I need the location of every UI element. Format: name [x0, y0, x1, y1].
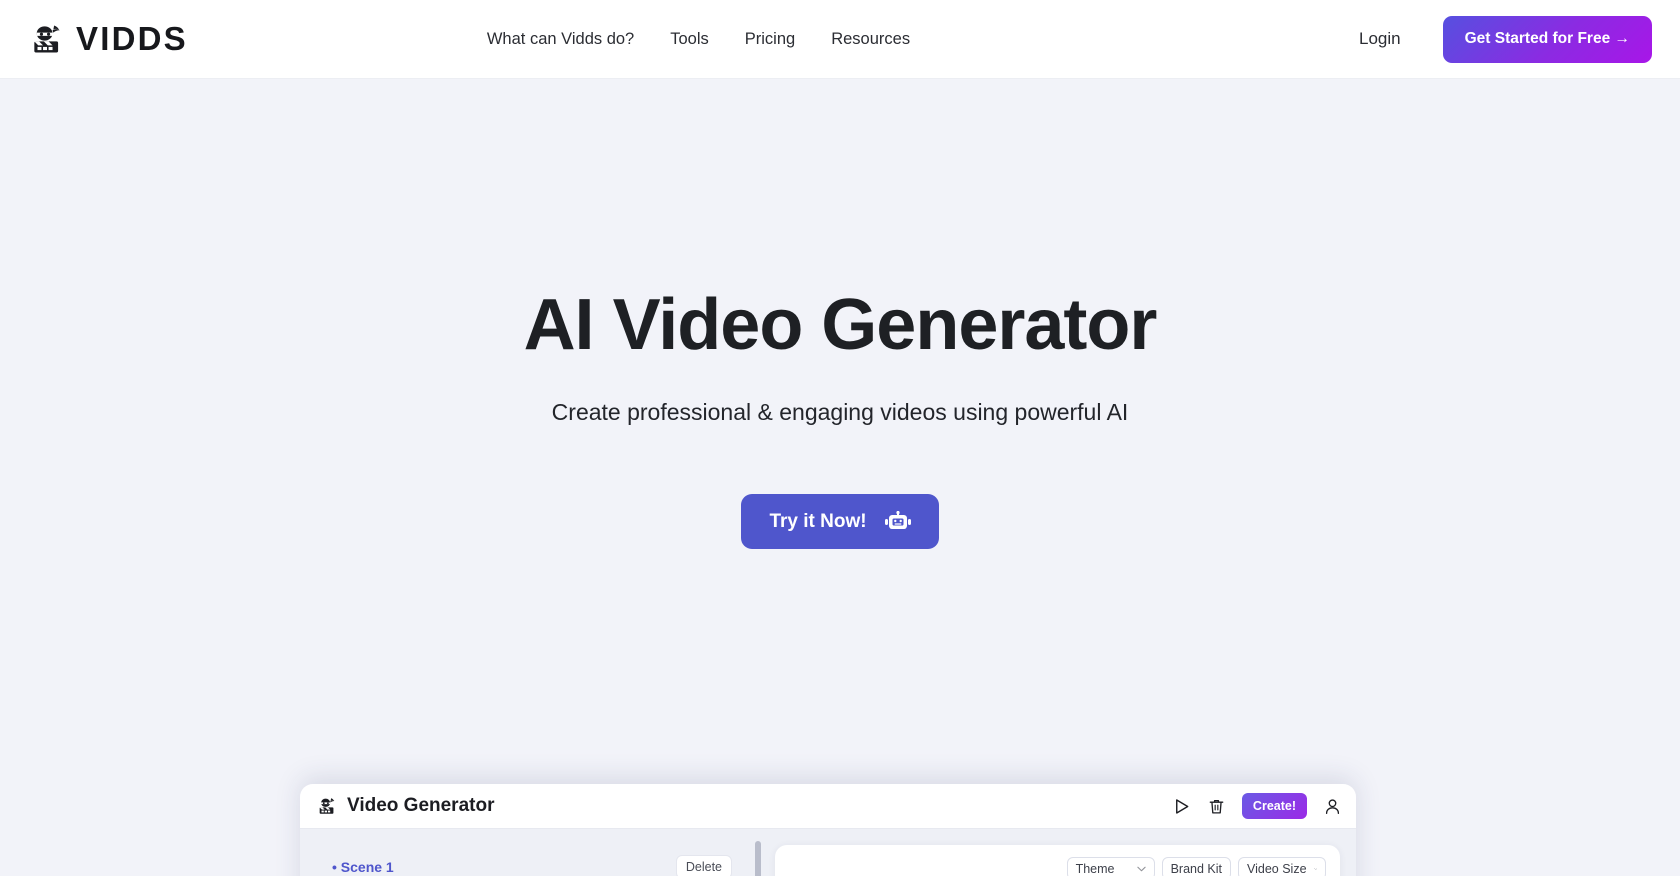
app-titlebar: Video Generator Create!	[300, 784, 1356, 829]
login-link[interactable]: Login	[1359, 29, 1401, 49]
app-body: • Scene 1 Delete Theme Brand Kit Video S…	[300, 829, 1356, 876]
try-it-now-button[interactable]: Try it Now!	[741, 494, 939, 549]
nav-item-what-can-vidds-do[interactable]: What can Vidds do?	[469, 22, 652, 57]
theme-select[interactable]: Theme	[1066, 857, 1155, 876]
brand-kit-button[interactable]: Brand Kit	[1161, 857, 1231, 876]
trash-icon[interactable]	[1207, 797, 1226, 816]
brand-logo[interactable]: VIDDS	[28, 20, 188, 58]
preview-panel: Theme Brand Kit Video Size	[775, 845, 1340, 876]
get-started-button[interactable]: Get Started for Free →	[1442, 15, 1652, 63]
brand-name: VIDDS	[76, 20, 188, 57]
try-it-now-label: Try it Now!	[769, 510, 867, 532]
scene-name: Scene 1	[340, 859, 394, 875]
nav-item-resources[interactable]: Resources	[813, 22, 928, 57]
video-generator-panel: Video Generator Create! • Scene 1 Delete…	[300, 784, 1356, 876]
chevron-down-icon	[1313, 867, 1317, 870]
page-title: AI Video Generator	[523, 285, 1158, 365]
app-title: Video Generator	[347, 795, 495, 816]
scene-list: • Scene 1 Delete	[300, 829, 755, 876]
scene-bullet: •	[332, 859, 337, 875]
ninja-clapperboard-logo-icon	[319, 798, 335, 814]
page-subtitle: Create professional & engaging videos us…	[551, 399, 1129, 425]
nav-item-pricing[interactable]: Pricing	[727, 22, 813, 57]
video-size-select-label: Video Size	[1247, 861, 1307, 876]
user-icon[interactable]	[1323, 797, 1342, 816]
preview-controls: Theme Brand Kit Video Size	[1066, 857, 1326, 876]
video-size-select[interactable]: Video Size	[1238, 857, 1326, 876]
header-actions: Login Get Started for Free →	[1359, 15, 1652, 63]
nav-item-tools[interactable]: Tools	[652, 22, 727, 57]
hero-cta-container: Try it Now!	[0, 494, 1680, 549]
play-icon[interactable]	[1172, 797, 1191, 816]
scene-label: • Scene 1	[332, 859, 394, 875]
chevron-down-icon	[1136, 866, 1146, 871]
delete-scene-button[interactable]: Delete	[675, 855, 732, 876]
hero-section: AI Video Generator Create professional &…	[0, 79, 1680, 876]
list-item[interactable]: • Scene 1 Delete	[332, 855, 732, 876]
main-nav: What can Vidds do? Tools Pricing Resourc…	[469, 22, 928, 57]
panel-resize-handle[interactable]	[755, 841, 761, 876]
theme-select-label: Theme	[1075, 861, 1115, 876]
ninja-clapperboard-logo-icon	[34, 25, 60, 53]
robot-icon	[884, 510, 911, 529]
app-toolbar: Create!	[1172, 793, 1342, 819]
create-button[interactable]: Create!	[1241, 793, 1307, 819]
site-header: VIDDS What can Vidds do? Tools Pricing R…	[0, 0, 1680, 79]
